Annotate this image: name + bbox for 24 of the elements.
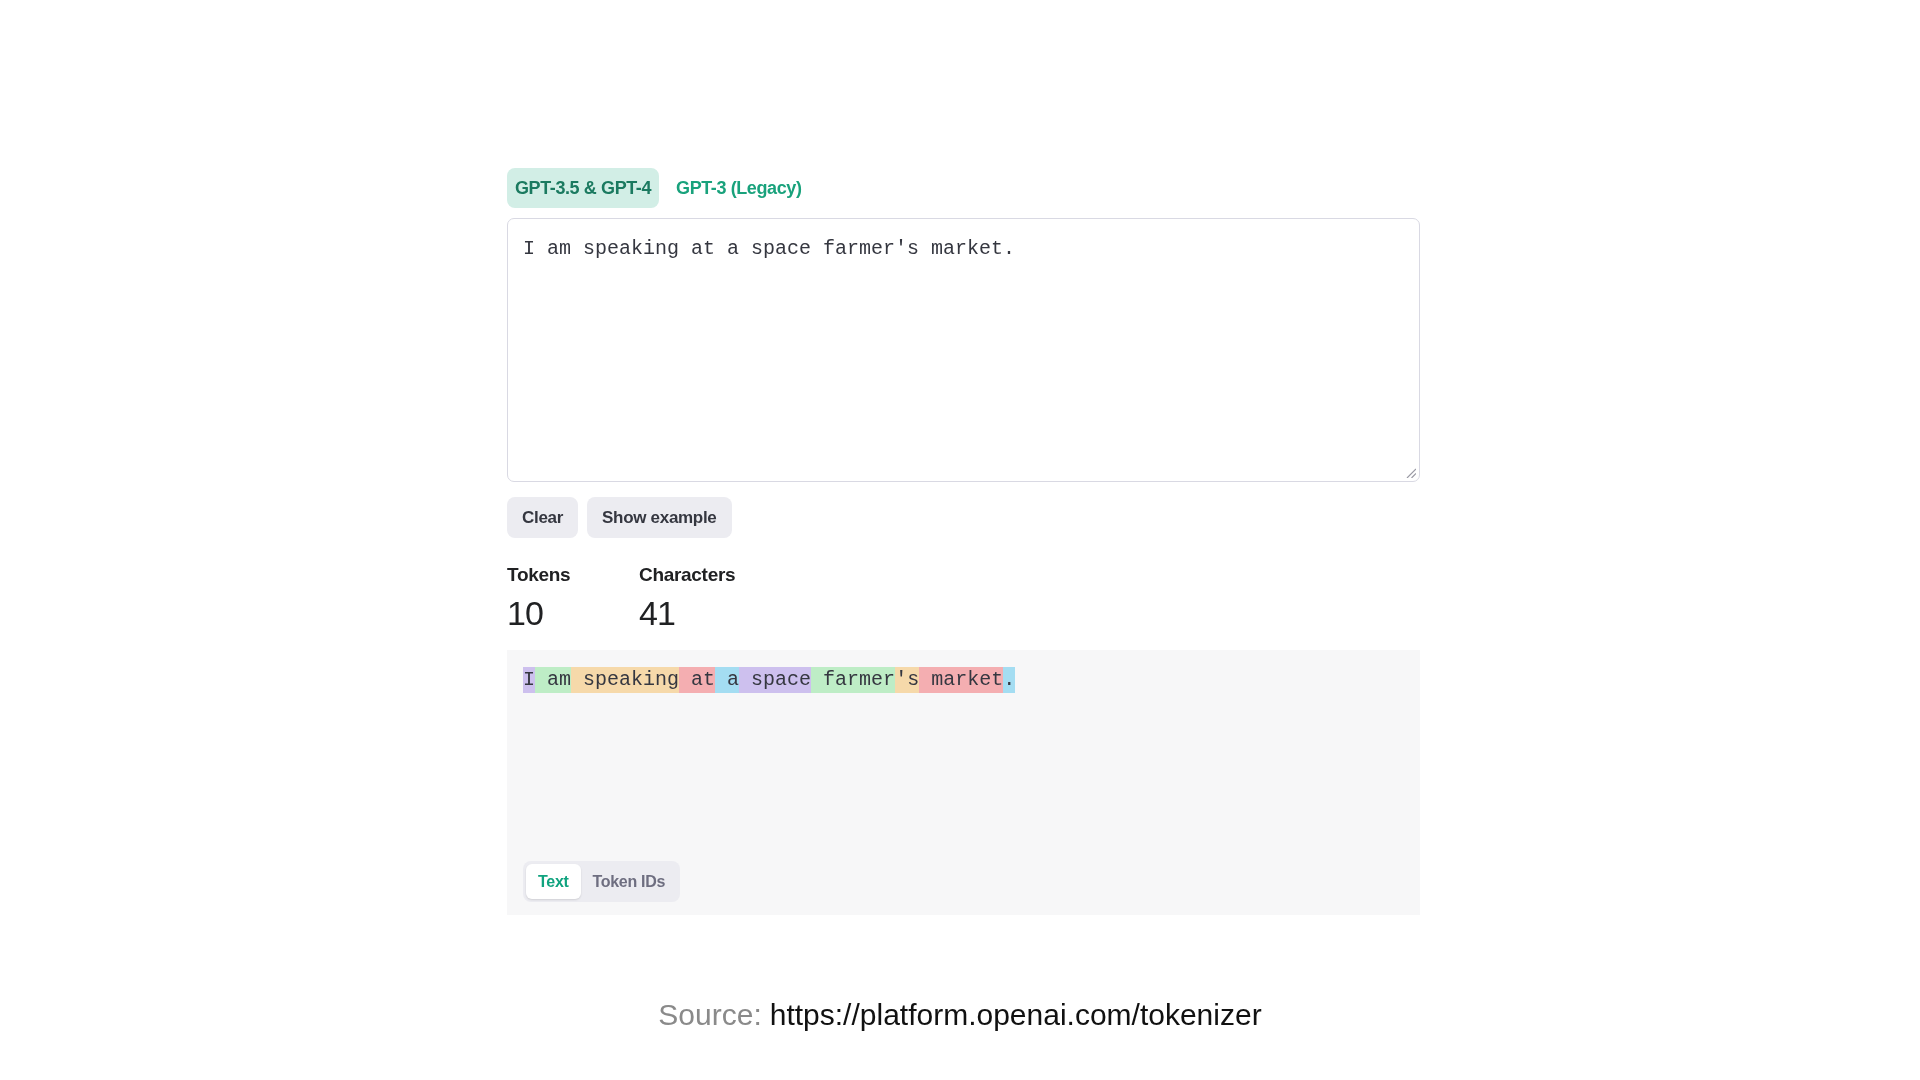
model-tab[interactable]: GPT-3 (Legacy) <box>668 168 810 208</box>
source-url: https://platform.openai.com/tokenizer <box>769 997 1262 1033</box>
text-input[interactable]: I am speaking at a space farmer's market. <box>507 218 1420 482</box>
action-button[interactable]: Show example <box>587 497 732 538</box>
highlighted-token: market <box>919 667 1004 693</box>
stat-label: Characters <box>639 563 736 587</box>
action-button[interactable]: Clear <box>507 497 579 538</box>
highlighted-token: speaking <box>571 667 680 693</box>
highlighted-token: space <box>739 667 812 693</box>
model-tab[interactable]: GPT-3.5 & GPT-4 <box>507 168 660 208</box>
view-tab[interactable]: Text <box>526 864 581 899</box>
source-label: Source: <box>658 997 762 1033</box>
highlighted-token: farmer <box>811 667 896 693</box>
highlighted-token: 's <box>895 667 920 693</box>
stat-label: Tokens <box>507 563 571 587</box>
stat-value: 10 <box>507 593 543 633</box>
highlighted-token: am <box>535 667 572 693</box>
highlighted-token: at <box>679 667 716 693</box>
highlighted-token: a <box>715 667 740 693</box>
stat-value: 41 <box>639 593 675 633</box>
highlighted-token: I <box>523 667 535 693</box>
view-tab[interactable]: Token IDs <box>580 864 678 899</box>
resize-handle-icon[interactable] <box>1406 468 1416 478</box>
highlighted-token: . <box>1003 667 1016 693</box>
